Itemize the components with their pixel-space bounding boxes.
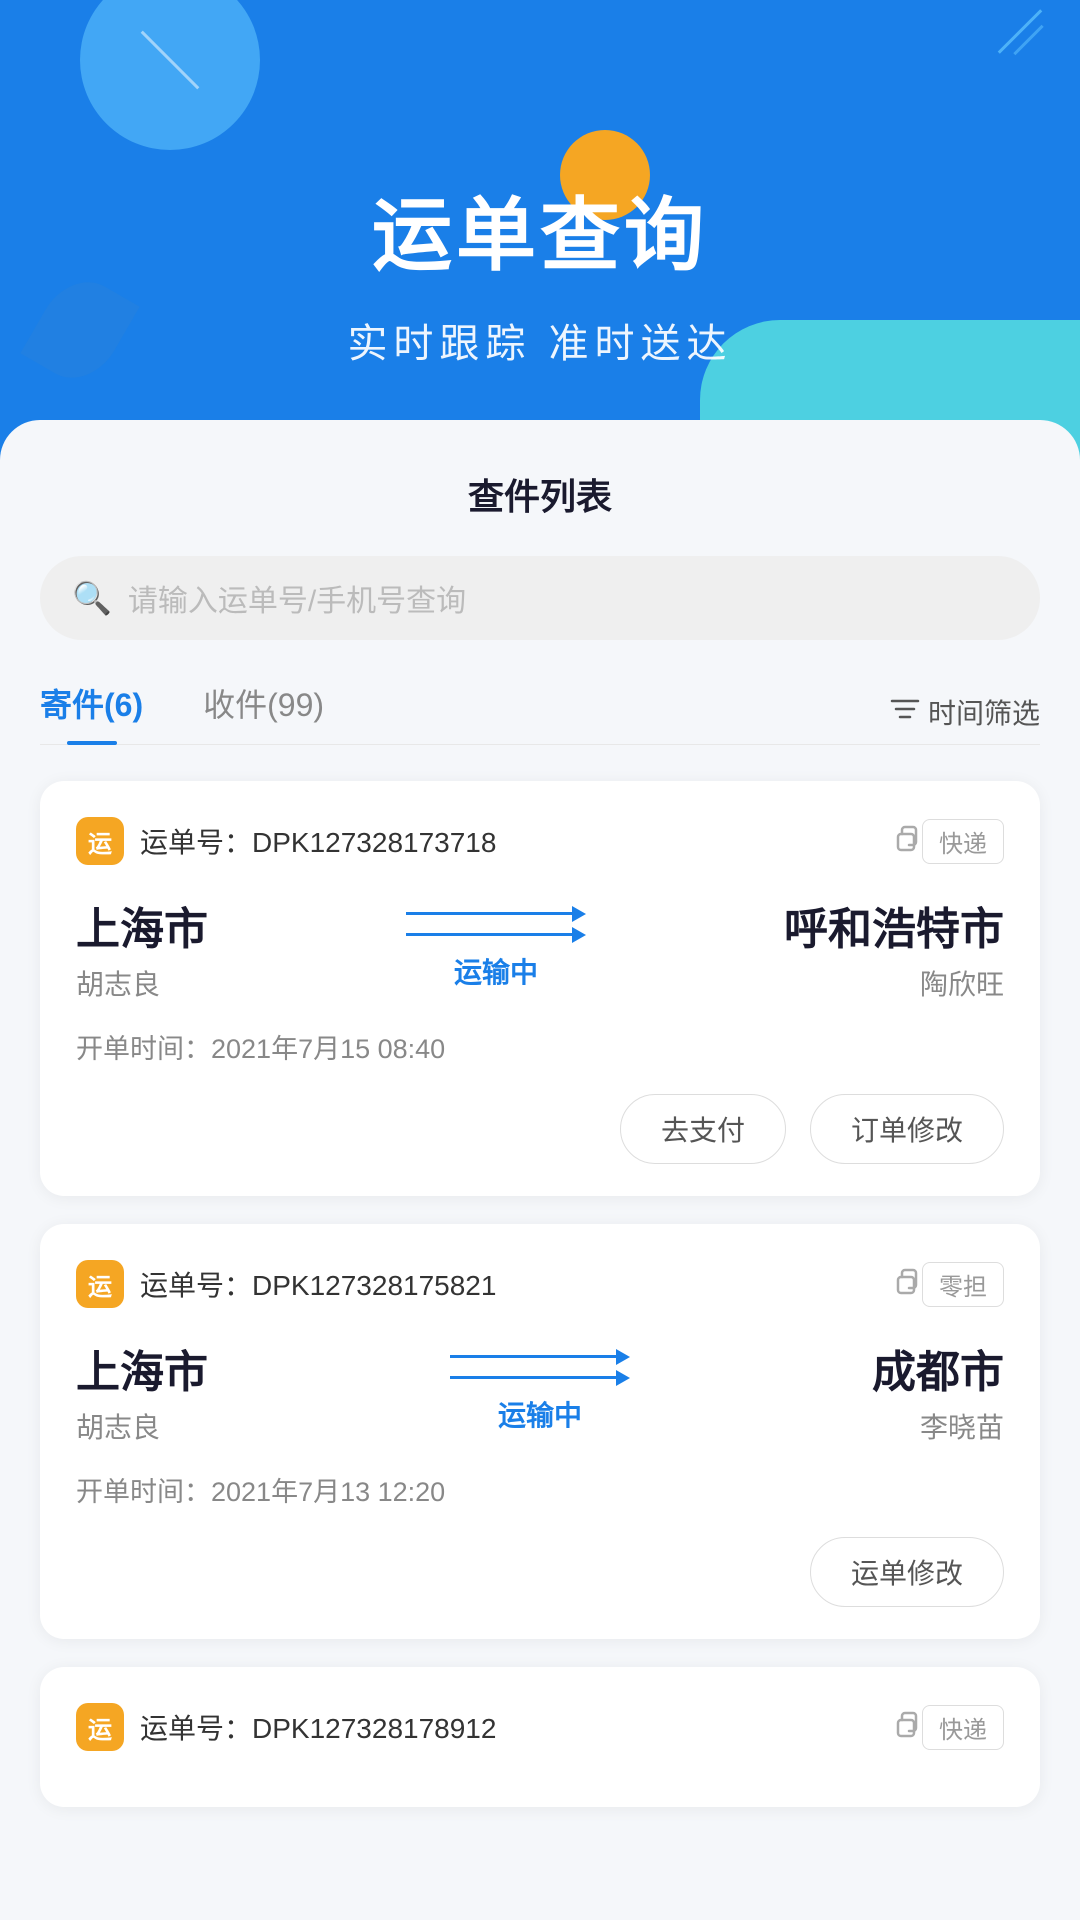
shipment-header-3: 运 运单号：DPK127328178912 快递	[76, 1703, 1004, 1751]
search-icon: 🔍	[72, 579, 112, 617]
shipment-card-3-partial: 运 运单号：DPK127328178912 快递	[40, 1667, 1040, 1807]
page-subtitle: 实时跟踪 准时送达	[347, 311, 732, 369]
waybill-number-3: 运单号：DPK127328178912	[140, 1707, 880, 1747]
edit-waybill-button-2[interactable]: 运单修改	[810, 1537, 1004, 1607]
action-row-2: 运单修改	[76, 1537, 1004, 1607]
search-bar[interactable]: 🔍 请输入运单号/手机号查询	[40, 556, 1040, 640]
deco-line-tr	[998, 9, 1043, 54]
waybill-number-2: 运单号：DPK127328175821	[140, 1264, 880, 1304]
time-filter-button[interactable]: 时间筛选	[890, 692, 1040, 732]
open-time-2: 开单时间：2021年7月13 12:20	[76, 1470, 1004, 1509]
deco-circle-tl	[80, 0, 260, 150]
from-city-1: 上海市 胡志良	[76, 893, 208, 1003]
order-icon-2: 运	[76, 1260, 124, 1308]
card-title: 查件列表	[40, 468, 1040, 520]
shipment-type-badge-3: 快递	[922, 1705, 1004, 1750]
order-icon-3: 运	[76, 1703, 124, 1751]
action-row-1: 去支付 订单修改	[76, 1094, 1004, 1164]
shipment-header-1: 运 运单号：DPK127328173718 快递	[76, 817, 1004, 865]
shipment-type-badge-2: 零担	[922, 1262, 1004, 1307]
route-section-2: 上海市 胡志良 运输中 成都市 李晓苗	[76, 1336, 1004, 1446]
order-icon-1: 运	[76, 817, 124, 865]
hero-section: 运单查询 实时跟踪 准时送达	[0, 0, 1080, 480]
to-city-1: 呼和浩特市 陶欣旺	[784, 893, 1004, 1003]
shipment-type-badge-1: 快递	[922, 819, 1004, 864]
deco-leaf-bl	[20, 267, 139, 394]
filter-icon	[890, 695, 920, 730]
tab-bar: 寄件(6) 收件(99) 时间筛选	[40, 680, 1040, 745]
copy-icon-1[interactable]	[890, 822, 922, 861]
tab-send[interactable]: 寄件(6)	[40, 680, 143, 744]
from-city-2: 上海市 胡志良	[76, 1336, 208, 1446]
main-card: 查件列表 🔍 请输入运单号/手机号查询 寄件(6) 收件(99) 时间筛选 运 …	[0, 420, 1080, 1920]
pay-button-1[interactable]: 去支付	[620, 1094, 786, 1164]
shipment-card-2: 运 运单号：DPK127328175821 零担 上海市 胡志良	[40, 1224, 1040, 1639]
to-city-2: 成都市 李晓苗	[872, 1336, 1004, 1446]
edit-order-button-1[interactable]: 订单修改	[810, 1094, 1004, 1164]
open-time-1: 开单时间：2021年7月15 08:40	[76, 1027, 1004, 1066]
route-arrow-2: 运输中	[208, 1349, 872, 1434]
copy-icon-2[interactable]	[890, 1265, 922, 1304]
page-title: 运单查询	[372, 171, 708, 287]
copy-icon-3[interactable]	[890, 1708, 922, 1747]
shipment-card-1: 运 运单号：DPK127328173718 快递 上海市 胡志良	[40, 781, 1040, 1196]
waybill-number-1: 运单号：DPK127328173718	[140, 821, 880, 861]
search-placeholder-text: 请输入运单号/手机号查询	[128, 576, 466, 620]
route-section-1: 上海市 胡志良 运输中 呼和浩特市 陶欣旺	[76, 893, 1004, 1003]
tab-receive[interactable]: 收件(99)	[203, 680, 324, 744]
route-arrow-1: 运输中	[208, 906, 784, 991]
shipment-header-2: 运 运单号：DPK127328175821 零担	[76, 1260, 1004, 1308]
filter-label: 时间筛选	[928, 692, 1040, 732]
